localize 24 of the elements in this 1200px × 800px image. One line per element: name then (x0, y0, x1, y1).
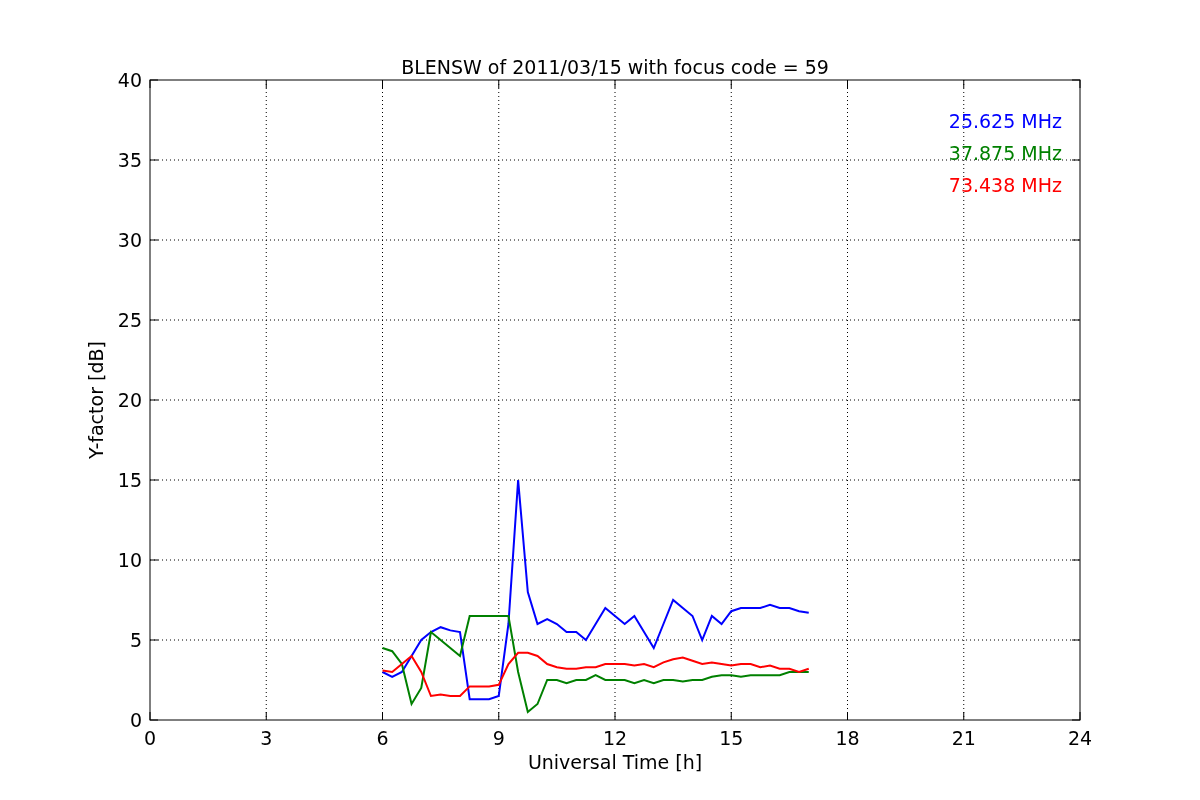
y-tick-label: 20 (117, 389, 142, 411)
y-tick-label: 35 (117, 149, 142, 171)
y-tick-label: 5 (129, 629, 142, 651)
x-tick-label: 18 (835, 727, 860, 749)
x-tick-label: 21 (951, 727, 976, 749)
x-tick-label: 0 (143, 727, 157, 749)
legend-label: 25.625 MHz (948, 110, 1062, 132)
y-tick-label: 40 (117, 69, 142, 91)
legend-label: 73.438 MHz (948, 174, 1062, 196)
x-tick-label: 9 (492, 727, 505, 749)
chart-title: BLENSW of 2011/03/15 with focus code = 59 (401, 56, 829, 78)
y-tick-label: 15 (117, 469, 142, 491)
x-tick-label: 15 (719, 727, 744, 749)
y-tick-label: 30 (117, 229, 142, 251)
x-tick-label: 12 (602, 727, 628, 749)
y-axis-label: Y-factor [dB] (85, 341, 107, 459)
x-axis-label: Universal Time [h] (527, 751, 703, 773)
x-tick-label: 3 (260, 727, 273, 749)
x-tick-label: 6 (376, 727, 389, 749)
y-tick-label: 25 (117, 309, 142, 331)
y-tick-label: 0 (129, 709, 142, 731)
y-tick-label: 10 (117, 549, 142, 571)
x-tick-label: 24 (1067, 727, 1093, 749)
legend-label: 37.875 MHz (948, 142, 1062, 164)
